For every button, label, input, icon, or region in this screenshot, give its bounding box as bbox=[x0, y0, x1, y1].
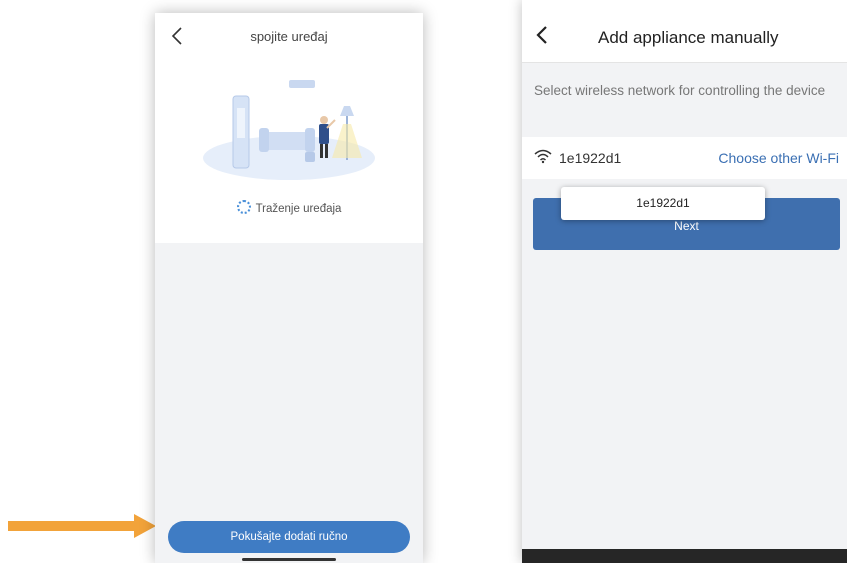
instruction-text: Select wireless network for controlling … bbox=[534, 83, 826, 98]
air-conditioner-illustration bbox=[203, 80, 375, 180]
wifi-network-name: 1e1922d1 bbox=[559, 150, 622, 166]
wifi-icon bbox=[534, 149, 552, 164]
page-title: Add appliance manually bbox=[598, 28, 779, 47]
searching-status: Traženje uređaja bbox=[155, 200, 423, 215]
system-navigation-bar bbox=[522, 549, 847, 563]
back-chevron-icon[interactable] bbox=[168, 25, 188, 47]
right-phone-screen: Add appliance manually Select wireless n… bbox=[522, 0, 847, 563]
wifi-network-row[interactable]: 1e1922d1 Choose other Wi-Fi bbox=[522, 137, 847, 179]
network-name-tooltip: 1e1922d1 bbox=[561, 187, 765, 220]
home-indicator bbox=[242, 558, 336, 561]
choose-other-wifi-link[interactable]: Choose other Wi-Fi bbox=[718, 150, 839, 166]
connect-device-panel: spojite uređaj Traženje uređaja bbox=[155, 13, 423, 243]
left-phone-screen: spojite uređaj Traženje uređaja Pokušajt… bbox=[155, 13, 423, 563]
back-chevron-icon[interactable] bbox=[534, 24, 550, 46]
page-title: spojite uređaj bbox=[250, 29, 328, 44]
spinner-icon bbox=[236, 200, 251, 214]
searching-status-text: Traženje uređaja bbox=[255, 203, 342, 215]
highlight-arrow bbox=[8, 514, 156, 538]
header: Add appliance manually bbox=[522, 0, 847, 63]
add-manually-button[interactable]: Pokušajte dodati ručno bbox=[168, 521, 410, 553]
